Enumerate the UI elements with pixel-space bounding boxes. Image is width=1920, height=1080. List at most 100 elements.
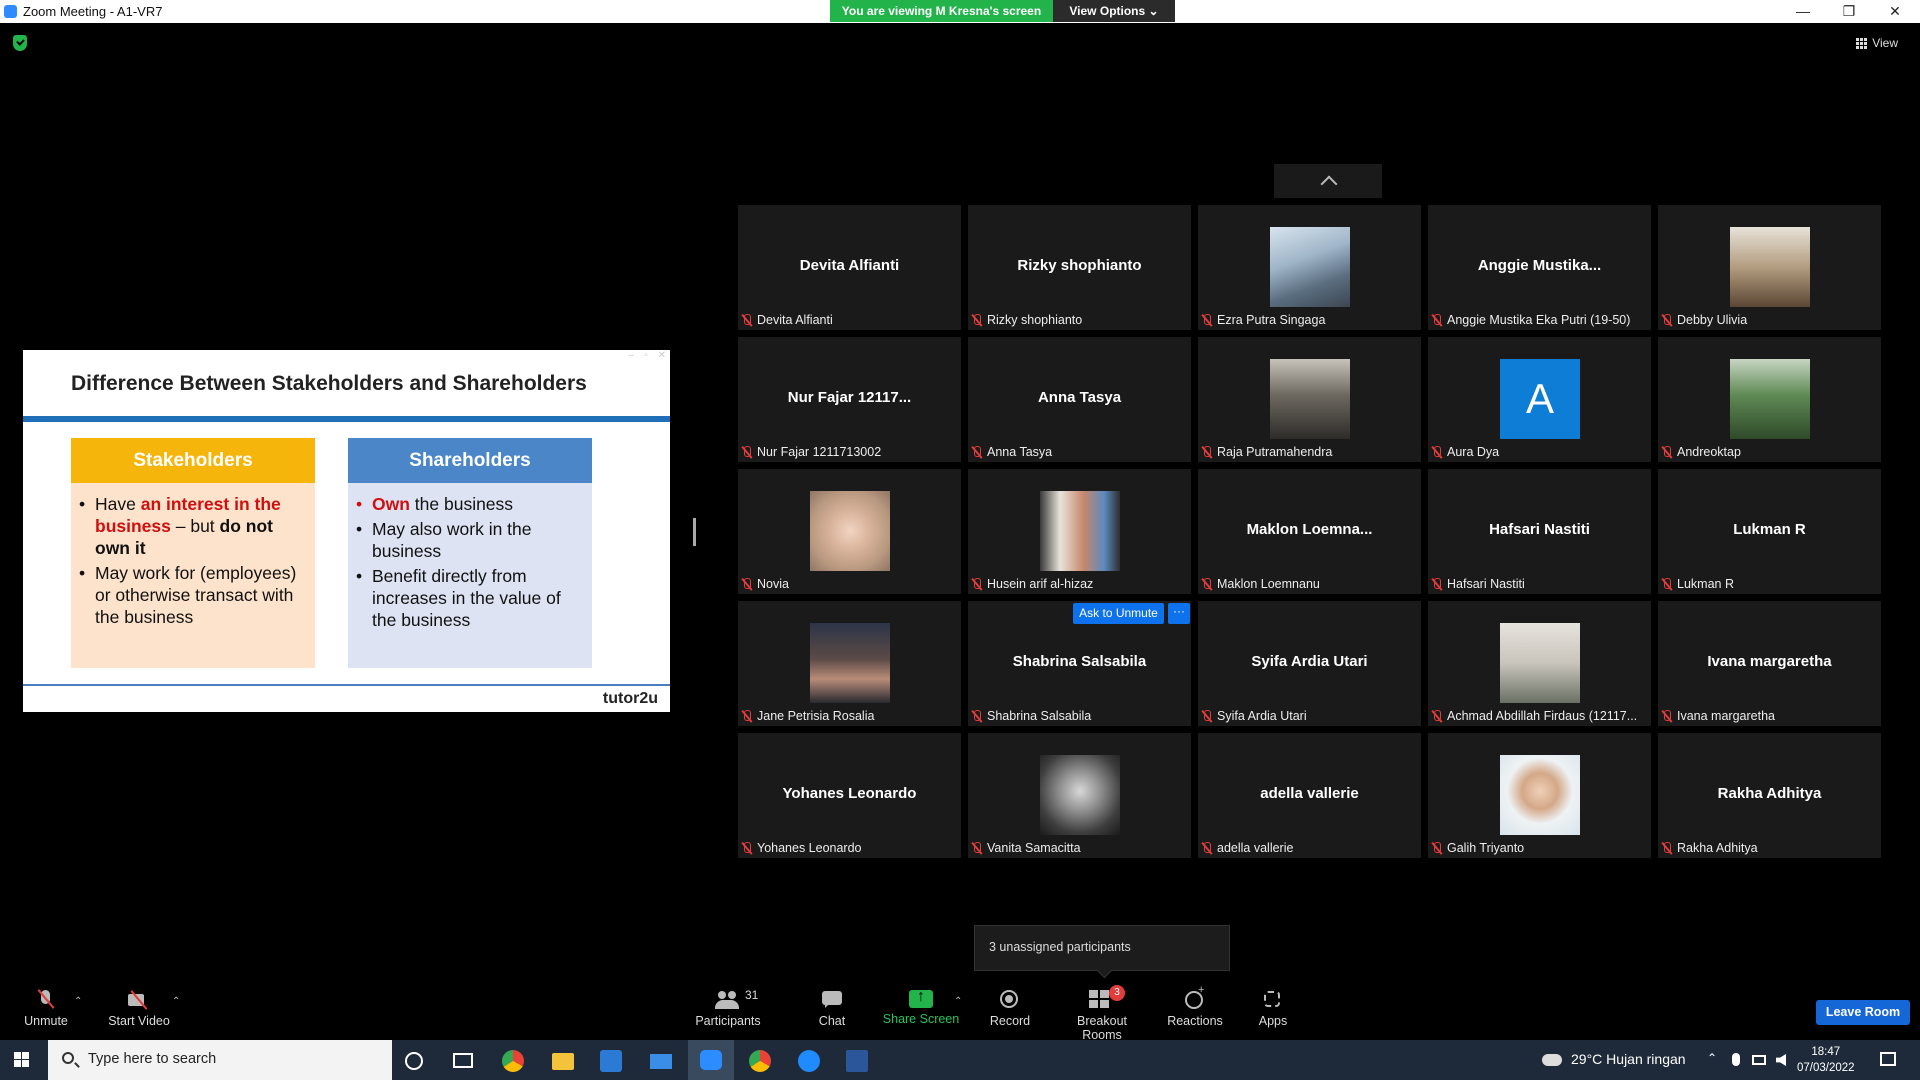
shared-screen[interactable]: – ▫ ✕ Difference Between Stakeholders an…	[8, 350, 688, 712]
record-button[interactable]: Record	[984, 980, 1036, 1028]
windows-start-icon[interactable]	[14, 1052, 29, 1067]
participant-tile[interactable]: Lukman R Lukman R	[1658, 469, 1881, 594]
participant-name-text: Husein arif al-hizaz	[987, 577, 1094, 591]
participant-tile[interactable]: Debby Ulivia	[1658, 205, 1881, 330]
vanita-photo	[1040, 755, 1120, 835]
participant-display-name: Lukman R	[1733, 521, 1806, 538]
participant-tile[interactable]: Raja Putramahendra	[1198, 337, 1421, 462]
unmute-button[interactable]: Unmute	[18, 980, 74, 1028]
encryption-shield-icon[interactable]	[13, 35, 27, 51]
start-video-button[interactable]: Start Video	[104, 980, 174, 1028]
chevron-up-icon[interactable]	[1274, 164, 1382, 198]
task-view-icon[interactable]	[453, 1053, 473, 1068]
mail-icon[interactable]	[650, 1054, 672, 1069]
tray-expand-icon[interactable]: ⌃	[1707, 1051, 1717, 1065]
slide-window-controls: – ▫ ✕	[629, 350, 667, 361]
participant-tile[interactable]: Andreoktap	[1658, 337, 1881, 462]
participant-display-name: Anggie Mustika...	[1477, 257, 1602, 274]
zoom-taskbar-item[interactable]	[688, 1040, 734, 1080]
participant-tile[interactable]: Vanita Samacitta	[968, 733, 1191, 858]
restore-button[interactable]: ❐	[1826, 0, 1872, 22]
leave-room-button[interactable]: Leave Room	[1816, 1000, 1910, 1025]
windows-taskbar: Type here to search 29°C Hujan ringan ⌃ …	[0, 1040, 1920, 1080]
participant-tile[interactable]: Anna Tasya Anna Tasya	[968, 337, 1191, 462]
participant-name-label: Yohanes Leonardo	[741, 840, 862, 856]
view-button[interactable]: View	[1856, 36, 1898, 50]
view-options-button[interactable]: View Options ⌄	[1053, 0, 1175, 22]
participant-name-label: Ivana margaretha	[1661, 708, 1775, 724]
apps-icon	[1260, 990, 1286, 1010]
weather-cloud-icon[interactable]	[1542, 1054, 1562, 1066]
participant-name-label: Anggie Mustika Eka Putri (19-50)	[1431, 312, 1630, 328]
more-options-button[interactable]: ···	[1168, 603, 1190, 624]
video-options-caret[interactable]: ⌃	[172, 996, 180, 1007]
participant-tile[interactable]: Jane Petrisia Rosalia	[738, 601, 961, 726]
participant-tile[interactable]: Ezra Putra Singaga	[1198, 205, 1421, 330]
participant-tile[interactable]: Maklon Loemna... Maklon Loemnanu	[1198, 469, 1421, 594]
microphone-muted-icon	[1661, 577, 1673, 591]
participant-tile[interactable]: Galih Triyanto	[1428, 733, 1651, 858]
file-explorer-icon[interactable]	[552, 1053, 574, 1070]
debby-photo	[1730, 227, 1810, 307]
apps-button[interactable]: Apps	[1252, 980, 1294, 1028]
participant-display-name: Maklon Loemna...	[1246, 521, 1373, 538]
microphone-tray-icon[interactable]	[1732, 1053, 1740, 1066]
microphone-muted-icon	[1661, 841, 1673, 855]
minimize-button[interactable]: —	[1780, 0, 1826, 22]
shareholders-point-2: May also work in the business	[356, 518, 582, 562]
slide-title: Difference Between Stakeholders and Shar…	[71, 372, 587, 395]
participant-tile[interactable]: Rakha Adhitya Rakha Adhitya	[1658, 733, 1881, 858]
reactions-label: Reactions	[1167, 1014, 1223, 1028]
stakeholders-point-2: May work for (employees) or otherwise tr…	[79, 562, 305, 628]
participant-tile[interactable]: Devita Alfianti Devita Alfianti	[738, 205, 961, 330]
participant-name-text: Raja Putramahendra	[1217, 445, 1333, 459]
network-icon[interactable]	[1752, 1055, 1766, 1065]
share-screen-button[interactable]: Share Screen	[882, 980, 960, 1026]
cortana-icon[interactable]	[405, 1052, 423, 1070]
notifications-icon[interactable]	[1880, 1052, 1896, 1066]
stakeholders-box: Stakeholders Have an interest in the bus…	[71, 438, 315, 668]
clock-time: 18:47	[1811, 1046, 1841, 1058]
title-bar: Zoom Meeting - A1-VR7 You are viewing M …	[0, 0, 1920, 23]
microsoft-store-icon[interactable]	[600, 1050, 622, 1072]
taskbar-clock[interactable]: 18:47 07/03/2022	[1797, 1044, 1855, 1076]
ask-to-unmute-button[interactable]: Ask to Unmute	[1073, 603, 1164, 624]
chat-button[interactable]: Chat	[806, 980, 858, 1028]
participant-tile[interactable]: Hafsari Nastiti Hafsari Nastiti	[1428, 469, 1651, 594]
participant-name-text: Vanita Samacitta	[987, 841, 1081, 855]
volume-icon[interactable]	[1776, 1054, 1786, 1066]
participant-gallery: Devita Alfianti Devita Alfianti Rizky shop…	[738, 205, 1881, 858]
share-options-caret[interactable]: ⌃	[954, 996, 962, 1007]
teamviewer-icon[interactable]	[798, 1050, 820, 1072]
participant-tile[interactable]: Rizky shophianto Rizky shophianto	[968, 205, 1191, 330]
participant-tile[interactable]: Yohanes Leonardo Yohanes Leonardo	[738, 733, 961, 858]
weather-text[interactable]: 29°C Hujan ringan	[1571, 1051, 1686, 1067]
microphone-muted-icon	[1431, 709, 1443, 723]
reactions-button[interactable]: Reactions	[1164, 980, 1226, 1028]
participant-tile[interactable]: Achmad Abdillah Firdaus (12117...	[1428, 601, 1651, 726]
participant-tile[interactable]: Novia	[738, 469, 961, 594]
novia-photo	[810, 491, 890, 571]
participant-display-name: Ivana margaretha	[1707, 653, 1832, 670]
chrome-icon[interactable]	[502, 1050, 524, 1072]
participant-tile[interactable]: Anggie Mustika... Anggie Mustika Eka Putr…	[1428, 205, 1651, 330]
audio-options-caret[interactable]: ⌃	[74, 996, 82, 1007]
participants-button[interactable]: 31 Participants	[692, 980, 764, 1028]
participant-tile[interactable]: Syifa Ardia Utari Syifa Ardia Utari	[1198, 601, 1421, 726]
participant-name-label: Jane Petrisia Rosalia	[741, 708, 874, 724]
participant-tile[interactable]: Nur Fajar 12117... Nur Fajar 1211713002	[738, 337, 961, 462]
taskbar-search-input[interactable]: Type here to search	[48, 1040, 392, 1080]
close-window-button[interactable]: ✕	[1872, 0, 1918, 22]
participant-tile[interactable]: adella vallerie adella vallerie	[1198, 733, 1421, 858]
participant-tile[interactable]: Ivana margaretha Ivana margaretha	[1658, 601, 1881, 726]
participant-tile[interactable]: A Aura Dya	[1428, 337, 1651, 462]
participant-tile[interactable]: Husein arif al-hizaz	[968, 469, 1191, 594]
participant-name-text: Galih Triyanto	[1447, 841, 1525, 855]
split-divider-handle[interactable]	[693, 518, 696, 546]
microphone-muted-icon	[741, 841, 753, 855]
breakout-rooms-button[interactable]: 3 Breakout Rooms	[1056, 980, 1148, 1042]
word-icon[interactable]	[846, 1050, 868, 1072]
chrome-profile-icon[interactable]	[749, 1050, 771, 1072]
participant-name-label: Lukman R	[1661, 576, 1734, 592]
unassigned-participants-popup[interactable]: 3 unassigned participants	[974, 925, 1230, 971]
